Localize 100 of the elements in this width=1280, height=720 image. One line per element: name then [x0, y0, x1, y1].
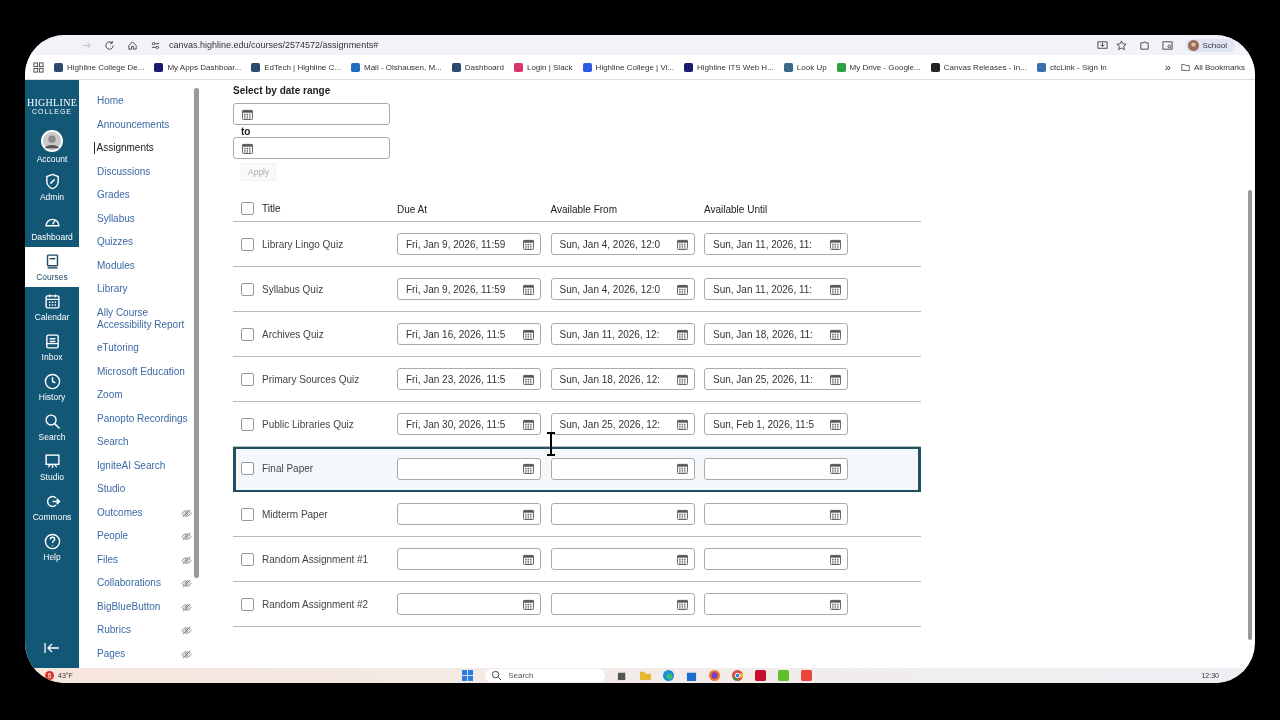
course-nav-link[interactable]: BigBlueButton [97, 600, 161, 613]
course-nav-link[interactable]: Zoom [97, 389, 123, 401]
calendar-icon[interactable] [830, 553, 841, 565]
bookmark-link[interactable]: Highline ITS Web H... [684, 62, 774, 72]
course-nav-link[interactable]: IgniteAI Search [97, 459, 166, 472]
course-nav-link[interactable]: Syllabus [97, 212, 135, 225]
global-nav-item[interactable]: History [25, 367, 79, 407]
global-nav-item[interactable]: Help [25, 527, 79, 567]
course-nav-link[interactable]: Studio [97, 483, 126, 495]
calendar-icon[interactable] [523, 373, 534, 385]
calendar-icon[interactable] [830, 508, 841, 520]
home-icon[interactable] [127, 39, 138, 51]
date-field[interactable] [233, 103, 390, 125]
date-field[interactable] [397, 503, 541, 525]
date-field[interactable]: Fri, Jan 23, 2026, 11:5 [397, 368, 541, 390]
app-icon[interactable] [801, 670, 813, 681]
windows-start-icon[interactable] [462, 670, 474, 681]
profile-button[interactable]: School [1184, 38, 1235, 52]
calendar-icon[interactable] [830, 373, 841, 385]
calendar-icon[interactable] [676, 283, 688, 295]
course-nav-link[interactable]: Ally Course Accessibility Report [97, 306, 193, 331]
calendar-icon[interactable] [676, 238, 688, 250]
course-nav-link[interactable]: Home [97, 95, 124, 107]
date-field[interactable] [550, 548, 695, 570]
bookmark-link[interactable]: My Apps Dashboar... [154, 62, 242, 72]
split-view-icon[interactable] [1161, 39, 1173, 51]
more-bookmarks-button[interactable]: » [1164, 61, 1171, 73]
table-row[interactable]: Public Libraries Quiz Fri, Jan 30, 2026, 11:5 Sun, Jan 25, 2026, 12: Sun, Feb 1, 2026, 11:5 [233, 402, 921, 447]
calendar-icon[interactable] [676, 328, 688, 340]
calendar-icon[interactable] [830, 283, 841, 295]
course-nav-link[interactable]: Search [97, 436, 129, 448]
date-field[interactable]: Fri, Jan 16, 2026, 11:5 [397, 323, 541, 345]
all-bookmarks-link[interactable]: All Bookmarks [1180, 62, 1245, 72]
date-field[interactable] [704, 503, 848, 525]
date-field[interactable] [704, 593, 848, 615]
calendar-icon[interactable] [242, 142, 253, 154]
row-checkbox[interactable] [241, 372, 254, 386]
bookmark-link[interactable]: ctcLink - Sign In [1036, 62, 1107, 72]
global-nav-item[interactable]: Commons [25, 487, 79, 527]
date-field[interactable]: Sun, Jan 11, 2026, 11: [704, 278, 848, 300]
date-field[interactable] [550, 457, 695, 480]
table-row[interactable]: Primary Sources Quiz Fri, Jan 23, 2026, 11:5 Sun, Jan 18, 2026, 12: Sun, Jan 25, 2026, 11: [233, 357, 921, 402]
bookmark-link[interactable]: My Drive - Google... [836, 62, 921, 72]
course-nav-link[interactable]: Discussions [97, 165, 151, 178]
calendar-icon[interactable] [523, 418, 534, 430]
date-field[interactable]: Sun, Jan 18, 2026, 11: [704, 323, 848, 345]
course-nav-link[interactable]: Microsoft Education [97, 365, 185, 378]
chrome-icon[interactable] [732, 670, 744, 681]
address-bar[interactable]: canvas.highline.edu/courses/2574572/assignments# [150, 37, 1127, 53]
calendar-icon[interactable] [676, 418, 688, 430]
collapse-icon[interactable] [44, 642, 60, 654]
calendar-icon[interactable] [242, 108, 253, 120]
table-row[interactable]: Library Lingo Quiz Fri, Jan 9, 2026, 11:59 Sun, Jan 4, 2026, 12:0 Sun, Jan 11, 2026, 11: [233, 222, 921, 267]
calendar-icon[interactable] [830, 463, 841, 474]
course-nav-link[interactable]: Collaborations [97, 577, 161, 589]
bookmark-link[interactable]: Highline College De... [54, 62, 145, 72]
site-settings-icon[interactable] [150, 39, 161, 51]
date-field[interactable] [397, 593, 541, 615]
bookmark-link[interactable]: Highline College | Vi... [582, 62, 675, 72]
course-nav-link[interactable]: Files [97, 553, 119, 566]
course-nav-link[interactable]: Pages [97, 647, 126, 660]
calendar-icon[interactable] [523, 238, 534, 250]
date-field[interactable]: Sun, Jan 25, 2026, 11: [704, 368, 848, 390]
calendar-icon[interactable] [523, 283, 534, 295]
bookmark-link[interactable]: Mail - Olshausen, M... [351, 62, 442, 72]
course-nav-link[interactable]: Grades [97, 189, 130, 201]
bookmark-link[interactable]: Look Up [783, 62, 827, 72]
table-row[interactable]: Archives Quiz Fri, Jan 16, 2026, 11:5 Sun, Jan 11, 2026, 12: Sun, Jan 18, 2026, 11: [233, 312, 921, 357]
date-field[interactable] [704, 548, 848, 570]
star-icon[interactable] [1115, 39, 1127, 51]
row-checkbox[interactable] [241, 327, 254, 341]
calendar-icon[interactable] [523, 553, 534, 565]
install-icon[interactable] [1096, 39, 1108, 51]
table-row[interactable]: Random Assignment #2 [233, 582, 921, 627]
date-field[interactable] [233, 137, 390, 159]
global-nav-item[interactable]: Inbox [25, 327, 79, 367]
bookmark-link[interactable]: Login | Slack [513, 62, 573, 72]
calendar-icon[interactable] [830, 418, 841, 430]
calendar-icon[interactable] [676, 508, 688, 520]
table-row[interactable]: Midterm Paper [233, 492, 921, 537]
date-field[interactable]: Fri, Jan 9, 2026, 11:59 [397, 278, 541, 300]
date-field[interactable]: Sun, Jan 11, 2026, 12: [550, 323, 695, 345]
bookmark-link[interactable]: EdTech | Highline C... [251, 62, 341, 72]
course-nav-link[interactable]: Assignments [93, 142, 154, 154]
select-all-checkbox[interactable] [241, 201, 254, 215]
date-field[interactable]: Sun, Jan 4, 2026, 12:0 [550, 233, 695, 255]
date-field[interactable]: Sun, Jan 4, 2026, 12:0 [550, 278, 695, 300]
row-checkbox[interactable] [241, 282, 254, 296]
reload-icon[interactable] [104, 39, 115, 51]
calendar-icon[interactable] [523, 463, 534, 474]
date-field[interactable]: Fri, Jan 9, 2026, 11:59 [397, 233, 541, 255]
course-nav-link[interactable]: Announcements [97, 118, 170, 131]
global-nav-item[interactable]: Studio [25, 447, 79, 487]
date-field[interactable] [550, 503, 695, 525]
edge-icon[interactable] [663, 670, 675, 681]
calendar-icon[interactable] [676, 373, 688, 385]
bookmark-link[interactable]: Dashboard [451, 62, 504, 72]
global-nav-item[interactable]: Search [25, 407, 79, 447]
date-field[interactable]: Sun, Jan 18, 2026, 12: [550, 368, 695, 390]
global-nav-item[interactable]: Courses [25, 247, 79, 287]
